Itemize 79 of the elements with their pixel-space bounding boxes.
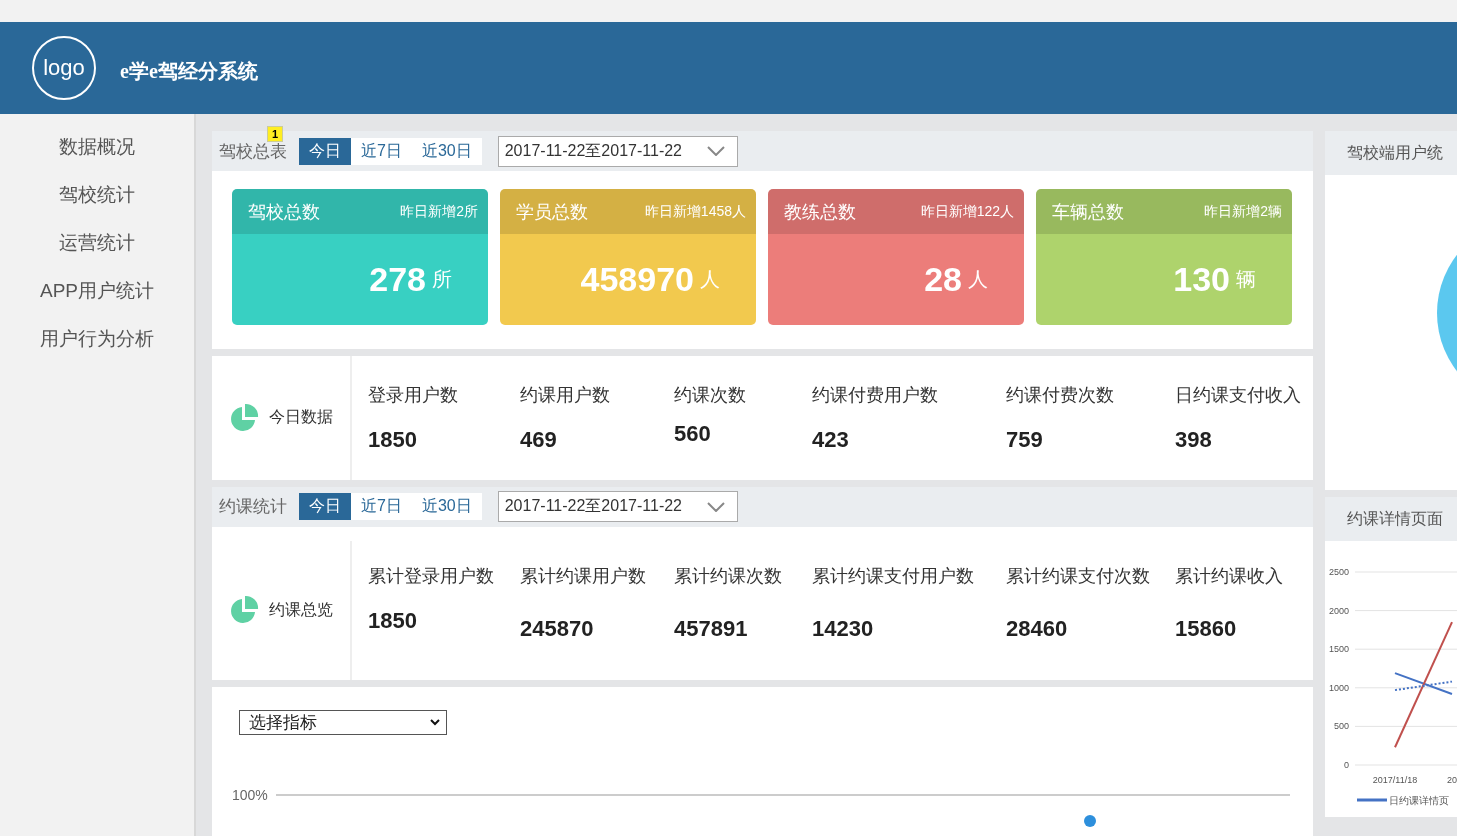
axis-tick-label: 1500 xyxy=(1328,644,1349,655)
period-tab[interactable]: 今日 xyxy=(299,137,351,165)
card-unit: 人 xyxy=(968,267,988,292)
sidebar-item[interactable]: 数据概况 xyxy=(59,134,135,160)
axis-tick-label: 2500 xyxy=(1328,567,1349,577)
period-tab[interactable]: 近30日 xyxy=(411,137,482,165)
legend-label: 日约课详情页 xyxy=(1389,795,1449,806)
card-title: 教练总数 xyxy=(784,200,856,224)
metric-label: 日约课支付收入 xyxy=(1175,383,1302,407)
axis-tick-label: 0 xyxy=(1344,760,1349,770)
metric-value: 423 xyxy=(812,426,850,453)
row-label: 约课总览 xyxy=(269,599,333,620)
metric-label: 累计约课用户数 xyxy=(520,565,647,589)
metric-value: 28460 xyxy=(1006,616,1069,643)
period-tab[interactable]: 近7日 xyxy=(351,137,412,165)
metric-label: 约课付费用户数 xyxy=(812,383,939,407)
axis-tick-label: 100% xyxy=(232,786,268,803)
metric-value: 469 xyxy=(520,426,558,453)
metric-value: 245870 xyxy=(520,616,595,643)
metric-value: 457891 xyxy=(674,616,749,643)
card-value: 278 xyxy=(369,260,426,299)
card-title: 车辆总数 xyxy=(1052,200,1124,224)
axis-tick-label: 500 xyxy=(1333,721,1349,732)
legend-swatch xyxy=(1357,798,1387,802)
card-note: 昨日新增1458人 xyxy=(644,202,746,221)
metric-value: 1850 xyxy=(368,426,418,453)
row-label: 今日数据 xyxy=(269,407,333,428)
metric-value: 398 xyxy=(1175,426,1213,453)
metric-value: 15860 xyxy=(1175,616,1238,643)
indicator-select[interactable]: 选择指标 xyxy=(239,709,447,735)
card-unit: 人 xyxy=(700,267,720,292)
metric-value: 1850 xyxy=(368,608,418,635)
data-point xyxy=(1084,814,1096,827)
card-note: 昨日新增2辆 xyxy=(1204,202,1282,221)
sidebar-item[interactable]: 运营统计 xyxy=(59,230,135,256)
panel-title: 约课统计 xyxy=(219,496,287,519)
card-note: 昨日新增122人 xyxy=(920,202,1014,221)
axis-tick-label: 20 xyxy=(1447,775,1457,785)
metric-label: 登录用户数 xyxy=(368,383,459,407)
sidebar-item[interactable]: APP用户统计 xyxy=(40,278,154,304)
chevron-down-icon xyxy=(706,501,725,512)
card-value: 458970 xyxy=(580,260,694,299)
axis-tick-label: 2017/11/18 xyxy=(1372,775,1418,785)
count-badge: 1 xyxy=(267,125,284,142)
axis-tick-label: 2000 xyxy=(1328,605,1349,616)
card-unit: 所 xyxy=(432,267,452,292)
card-title: 学员总数 xyxy=(516,200,588,224)
chevron-down-icon xyxy=(706,146,725,156)
metric-value: 560 xyxy=(674,420,712,447)
card-note: 昨日新增2所 xyxy=(400,202,478,221)
period-tab[interactable]: 今日 xyxy=(299,493,351,521)
period-tab[interactable]: 近30日 xyxy=(411,493,482,521)
date-range-select[interactable]: 2017-11-22至2017-11-22 xyxy=(497,491,738,523)
app-title: e学e驾经分系统 xyxy=(120,58,258,84)
panel-title: 约课详情页面 xyxy=(1347,508,1443,529)
date-range-select[interactable]: 2017-11-22至2017-11-22 xyxy=(497,135,738,167)
metric-label: 约课次数 xyxy=(674,383,747,407)
metric-value: 14230 xyxy=(812,616,875,643)
pie-chart-icon xyxy=(229,595,259,626)
metric-label: 约课付费次数 xyxy=(1006,383,1115,407)
metric-label: 累计约课支付次数 xyxy=(1006,565,1151,589)
metric-label: 累计约课次数 xyxy=(674,565,783,589)
period-tab[interactable]: 近7日 xyxy=(351,493,412,521)
caret-icon xyxy=(430,718,440,726)
sidebar-item[interactable]: 驾校统计 xyxy=(59,182,135,208)
sidebar-item[interactable]: 用户行为分析 xyxy=(40,326,154,352)
axis-tick-label: 1000 xyxy=(1328,682,1349,693)
card-value: 130 xyxy=(1173,260,1230,299)
metric-label: 累计登录用户数 xyxy=(368,565,495,589)
pie-chart-icon xyxy=(229,402,259,433)
metric-label: 累计约课收入 xyxy=(1175,565,1284,589)
card-value: 28 xyxy=(924,260,962,299)
card-title: 驾校总数 xyxy=(248,200,320,224)
logo: logo xyxy=(32,36,96,100)
metric-value: 759 xyxy=(1006,426,1044,453)
metric-label: 累计约课支付用户数 xyxy=(812,565,975,589)
metric-label: 约课用户数 xyxy=(520,383,611,407)
panel-title: 驾校端用户统 xyxy=(1347,142,1443,163)
card-unit: 辆 xyxy=(1236,267,1256,292)
